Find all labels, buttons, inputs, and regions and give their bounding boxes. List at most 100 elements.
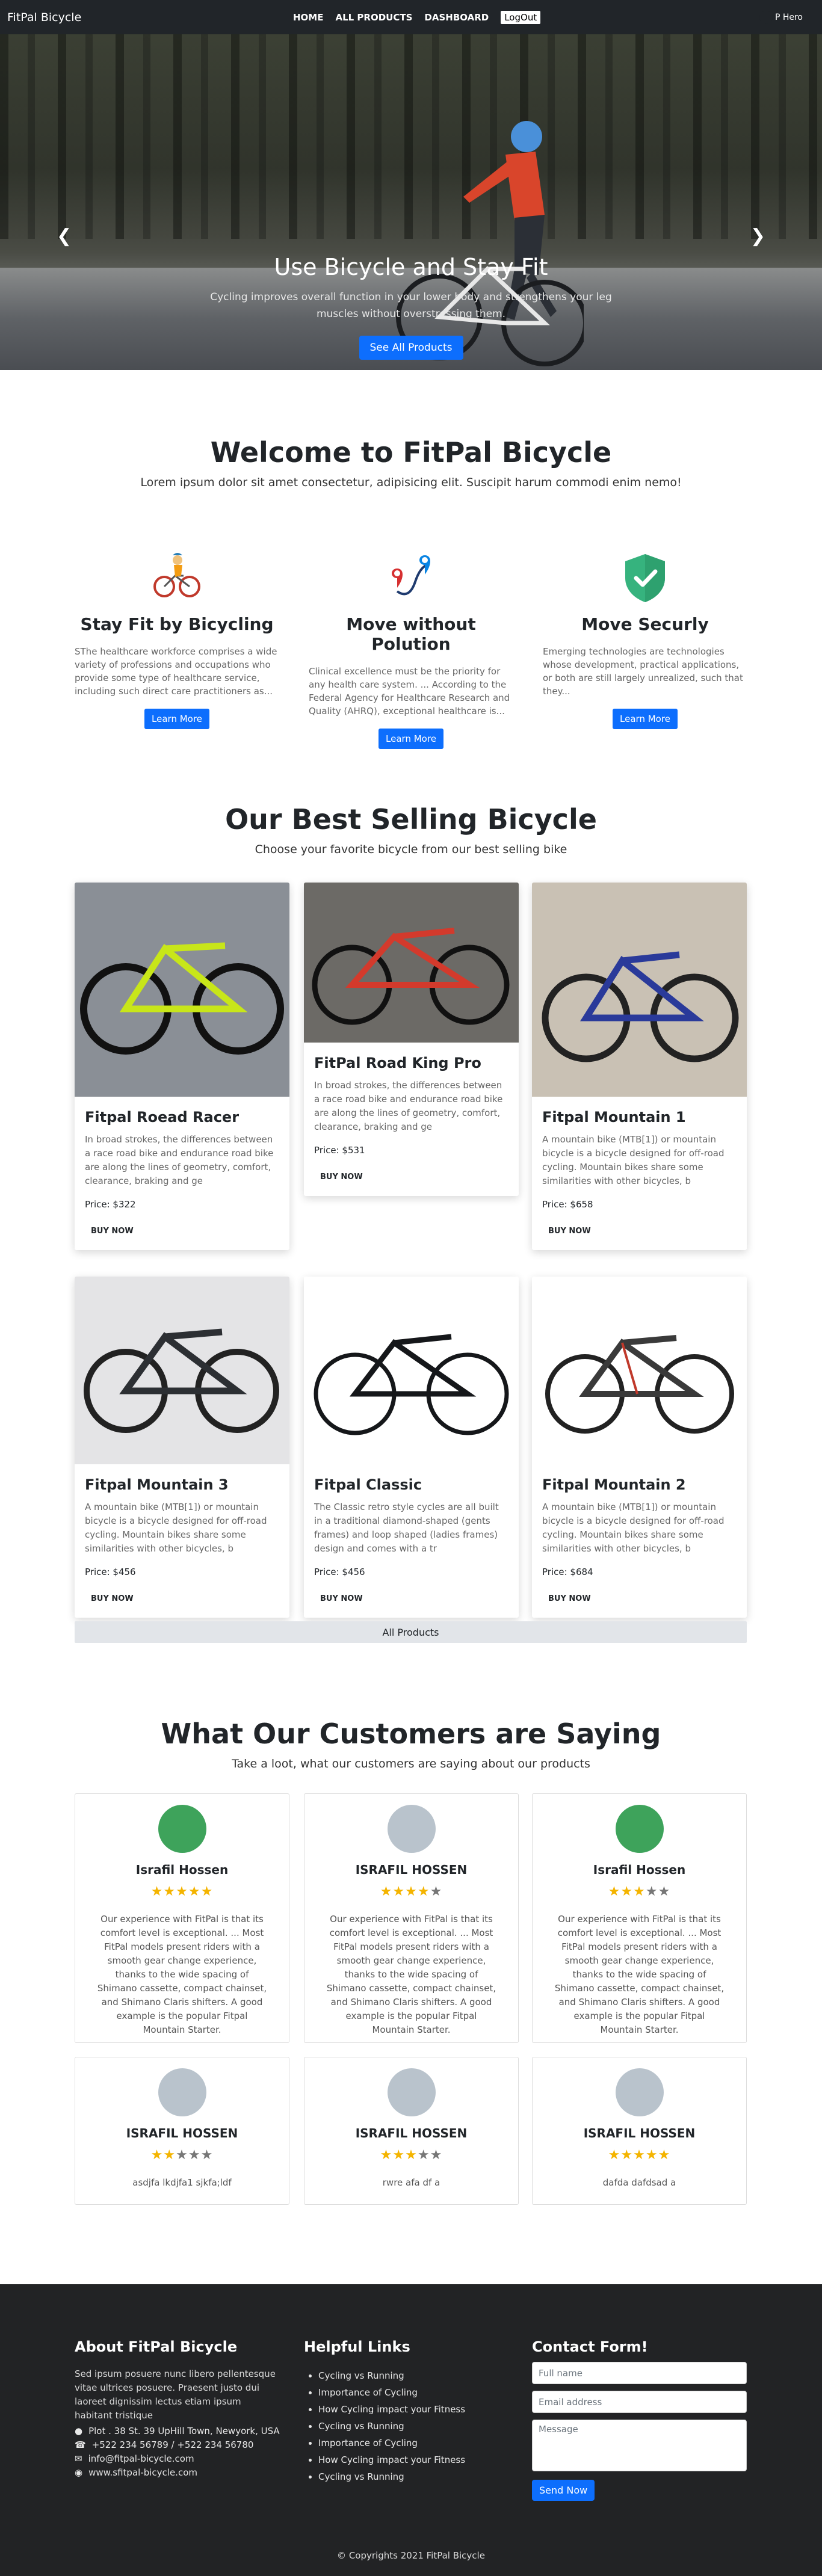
brand-logo[interactable]: FitPal Bicycle [7, 11, 81, 24]
website-text: www.sfitpal-bicycle.com [88, 2467, 197, 2478]
learn-more-button[interactable]: Learn More [379, 729, 443, 749]
star-icon: ★ [200, 1884, 214, 1899]
review-card: Israfil Hossen ★★★★★ Our experience with… [532, 1793, 747, 2043]
nav-dashboard[interactable]: DASHBOARD [424, 12, 489, 23]
reviewer-name: Israfil Hossen [135, 1863, 229, 1877]
footer-link[interactable]: How Cycling impact your Fitness [318, 2451, 465, 2468]
feature-text: Emerging technologies are technologies w… [543, 646, 743, 697]
footer-about-title: About FitPal Bicycle [75, 2338, 238, 2355]
full-name-input[interactable] [532, 2362, 747, 2384]
carousel-prev-icon[interactable]: ❮ [57, 226, 72, 247]
see-all-products-button[interactable]: See All Products [359, 336, 463, 360]
star-icon: ★ [620, 2148, 634, 2163]
feature-title: Move Securly [581, 614, 709, 634]
footer-link[interactable]: Cycling vs Running [318, 2418, 465, 2435]
product-name: Fitpal Mountain 1 [542, 1109, 686, 1126]
product-name: FitPal Road King Pro [314, 1055, 481, 1071]
footer-link[interactable]: Cycling vs Running [318, 2468, 465, 2485]
product-description: In broad strokes, the differences betwee… [314, 1080, 503, 1132]
buy-now-button[interactable]: BUY NOW [314, 1591, 369, 1607]
user-avatar [759, 11, 773, 24]
nav-all-products[interactable]: ALL PRODUCTS [335, 12, 412, 23]
star-icon: ★ [645, 2148, 658, 2163]
product-card: FitPal Road King Pro In broad strokes, t… [304, 883, 519, 1196]
footer-about-text: Sed ipsum posuere nunc libero pellentesq… [75, 2368, 276, 2421]
products-title: Our Best Selling Bicycle [225, 803, 597, 836]
feature-text: SThe healthcare workforce comprises a wi… [75, 646, 277, 697]
product-name: Fitpal Mountain 3 [85, 1476, 229, 1493]
buy-now-button[interactable]: BUY NOW [314, 1169, 369, 1185]
user-menu[interactable]: P Hero [759, 11, 803, 24]
star-rating: ★★★★★ [533, 2148, 746, 2163]
footer-link[interactable]: How Cycling impact your Fitness [318, 2401, 465, 2418]
product-image[interactable] [304, 1277, 519, 1464]
star-rating: ★★★★★ [75, 2148, 289, 2163]
review-card: ISRAFIL HOSSEN ★★★★★ dafda dafdsad a [532, 2057, 747, 2205]
address-text: Plot . 38 St. 39 UpHill Town, Newyork, U… [88, 2426, 280, 2436]
product-image[interactable] [532, 1277, 747, 1464]
product-name: Fitpal Mountain 2 [542, 1476, 686, 1493]
footer-link[interactable]: Cycling vs Running [318, 2367, 465, 2384]
product-description: A mountain bike (MTB[1]) or mountain bic… [542, 1502, 725, 1554]
send-now-button[interactable]: Send Now [532, 2480, 595, 2501]
star-icon: ★ [188, 1884, 201, 1899]
star-icon: ★ [392, 2148, 406, 2163]
navbar: FitPal Bicycle HOME ALL PRODUCTS DASHBOA… [0, 0, 822, 34]
contact-website[interactable]: ◉ www.sfitpal-bicycle.com [75, 2467, 280, 2478]
product-price: Price: $456 [85, 1567, 136, 1577]
envelope-icon: ✉ [75, 2453, 82, 2464]
carousel-next-icon[interactable]: ❯ [750, 226, 765, 247]
contact-phone: ☎ +522 234 56789 / +522 234 56780 [75, 2439, 280, 2450]
star-icon: ★ [150, 1884, 164, 1899]
star-icon: ★ [658, 1884, 671, 1899]
learn-more-button[interactable]: Learn More [613, 709, 678, 729]
avatar [387, 1805, 436, 1853]
product-description: The Classic retro style cycles are all b… [314, 1502, 499, 1554]
reviewer-name: ISRAFIL HOSSEN [355, 2126, 468, 2140]
buy-now-button[interactable]: BUY NOW [542, 1591, 597, 1607]
review-card: Israfil Hossen ★★★★★ Our experience with… [75, 1793, 289, 2043]
review-card: ISRAFIL HOSSEN ★★★★★ rwre afa df a [304, 2057, 519, 2205]
star-rating: ★★★★★ [304, 1884, 518, 1899]
avatar [158, 1805, 206, 1853]
star-icon: ★ [405, 1884, 418, 1899]
message-textarea[interactable] [532, 2420, 747, 2471]
product-image[interactable] [75, 883, 289, 1097]
helpful-links-list: Cycling vs Running Importance of Cycling… [304, 2367, 465, 2485]
avatar [615, 1805, 664, 1853]
shield-check-icon [625, 554, 665, 602]
learn-more-button[interactable]: Learn More [144, 709, 209, 729]
product-image[interactable] [532, 883, 747, 1097]
feature-card: Move without Polution Clinical excellenc… [309, 550, 513, 749]
nav-home[interactable]: HOME [293, 12, 323, 23]
product-description: A mountain bike (MTB[1]) or mountain bic… [542, 1134, 725, 1186]
contact-email[interactable]: ✉ info@fitpal-bicycle.com [75, 2453, 280, 2464]
all-products-button[interactable]: All Products [75, 1621, 747, 1643]
star-icon: ★ [150, 2148, 164, 2163]
star-icon: ★ [658, 2148, 671, 2163]
carousel-caption: Use Bicycle and Stay Fit Cycling improve… [0, 254, 822, 360]
reviewer-name: Israfil Hossen [593, 1863, 686, 1877]
product-card: Fitpal Mountain 3 A mountain bike (MTB[1… [75, 1277, 289, 1618]
product-image[interactable] [304, 883, 519, 1043]
product-description: In broad strokes, the differences betwee… [85, 1134, 274, 1186]
product-description: A mountain bike (MTB[1]) or mountain bic… [85, 1502, 267, 1554]
star-icon: ★ [392, 1884, 406, 1899]
email-input[interactable] [532, 2391, 747, 2413]
buy-now-button[interactable]: BUY NOW [542, 1223, 597, 1239]
avatar [158, 2068, 206, 2116]
welcome-section: Welcome to FitPal Bicycle Lorem ipsum do… [0, 370, 822, 755]
product-image[interactable] [75, 1277, 289, 1464]
product-card: Fitpal Roead Racer In broad strokes, the… [75, 883, 289, 1250]
buy-now-button[interactable]: BUY NOW [85, 1591, 140, 1607]
contact-address: ● Plot . 38 St. 39 UpHill Town, Newyork,… [75, 2426, 280, 2436]
product-price: Price: $531 [314, 1145, 365, 1156]
copyright-text: © Copyrights 2021 FitPal Bicycle [337, 2550, 485, 2561]
product-name: Fitpal Roead Racer [85, 1109, 239, 1126]
footer-link[interactable]: Importance of Cycling [318, 2384, 465, 2401]
footer-link[interactable]: Importance of Cycling [318, 2435, 465, 2451]
product-card: Fitpal Mountain 1 A mountain bike (MTB[1… [532, 883, 747, 1250]
logout-button[interactable]: LogOut [501, 10, 541, 24]
star-icon: ★ [380, 2148, 393, 2163]
buy-now-button[interactable]: BUY NOW [85, 1223, 140, 1239]
